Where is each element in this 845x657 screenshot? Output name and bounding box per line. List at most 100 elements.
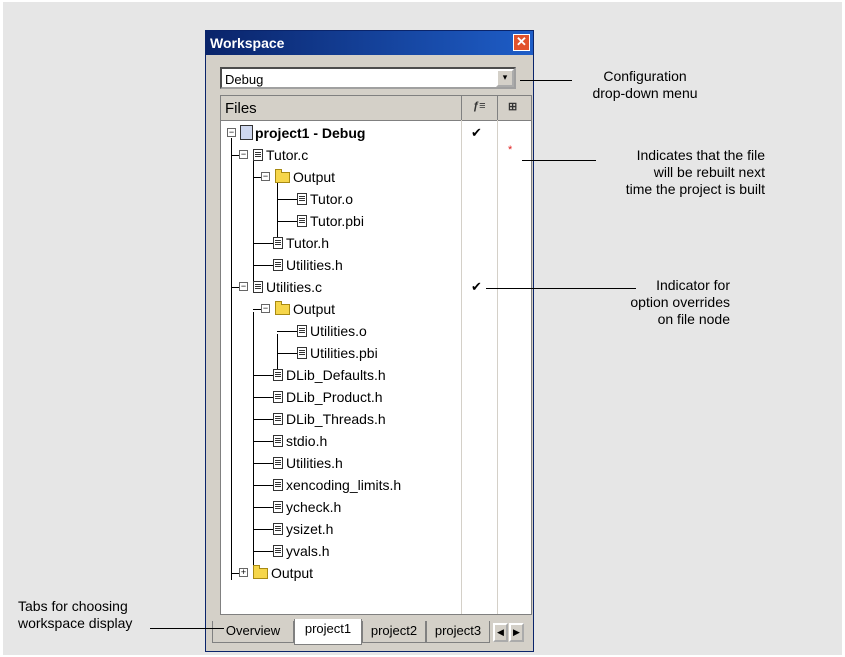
file-icon [273, 259, 283, 271]
file-icon [253, 149, 263, 161]
file-icon [273, 501, 283, 513]
file-node[interactable]: DLib_Defaults.h [221, 364, 533, 386]
rebuild-callout: Indicates that the file will be rebuilt … [560, 147, 765, 198]
file-node[interactable]: − Tutor.c * [221, 144, 533, 166]
config-callout: Configuration drop-down menu [570, 68, 720, 102]
rebuild-marker-icon: * [508, 144, 513, 156]
tree-line [253, 507, 273, 508]
node-label-stdio-h: stdio.h [286, 433, 328, 449]
file-icon [297, 193, 307, 205]
chevron-down-icon[interactable]: ▾ [496, 69, 514, 87]
callout-text: Configuration [603, 68, 687, 84]
configuration-value: Debug [225, 72, 264, 87]
file-icon [273, 237, 283, 249]
tree-line [277, 353, 297, 354]
tree-line [231, 155, 239, 156]
file-node[interactable]: DLib_Product.h [221, 386, 533, 408]
project-label: project1 - Debug [255, 125, 366, 141]
tab-project2[interactable]: project2 [362, 621, 426, 643]
tree-line [253, 397, 273, 398]
callout-text: Tabs for choosing [18, 598, 128, 614]
folder-icon [253, 565, 268, 579]
node-label-utilities-h: Utilities.h [286, 257, 343, 273]
file-icon [273, 391, 283, 403]
file-icon [273, 523, 283, 535]
file-node[interactable]: DLib_Threads.h [221, 408, 533, 430]
file-icon [273, 479, 283, 491]
file-tree[interactable]: Files ƒ≡ ⊞ − project1 - Debug ✔ − Tutor.… [220, 95, 532, 615]
rebuild-column-header[interactable]: ⊞ [497, 96, 534, 120]
node-label-yvals-h: yvals.h [286, 543, 330, 559]
folder-node[interactable]: − Output [221, 298, 533, 320]
callout-line [150, 628, 224, 629]
file-node[interactable]: stdio.h [221, 430, 533, 452]
collapse-icon[interactable]: − [227, 128, 236, 137]
file-node[interactable]: Utilities.h [221, 254, 533, 276]
overrides-column-header[interactable]: ƒ≡ [461, 96, 498, 120]
collapse-icon[interactable]: − [261, 172, 270, 181]
file-node[interactable]: Utilities.o [221, 320, 533, 342]
folder-node[interactable]: + Output [221, 562, 533, 584]
tab-project1[interactable]: project1 [294, 619, 362, 645]
tab-scroll-left-icon[interactable]: ◀ [493, 623, 508, 642]
tree-line [231, 573, 239, 574]
tabs-callout: Tabs for choosing workspace display [18, 598, 158, 632]
file-icon [273, 545, 283, 557]
node-label-utilities-o: Utilities.o [310, 323, 367, 339]
node-label-tutor-h: Tutor.h [286, 235, 330, 251]
folder-node[interactable]: − Output [221, 166, 533, 188]
tab-scroll-right-icon[interactable]: ▶ [509, 623, 524, 642]
project-node[interactable]: − project1 - Debug ✔ [221, 122, 533, 144]
collapse-icon[interactable]: − [239, 150, 248, 159]
tree-header: Files ƒ≡ ⊞ [221, 96, 531, 121]
node-label-dlib-product-h: DLib_Product.h [286, 389, 383, 405]
tree-line [253, 551, 273, 552]
workspace-tabs: Overview project1 project2 project3 ◀ ▶ [212, 619, 530, 647]
node-label-output: Output [293, 169, 336, 185]
file-node[interactable]: yvals.h [221, 540, 533, 562]
node-label-utilities-pbi: Utilities.pbi [310, 345, 378, 361]
file-node[interactable]: Tutor.o [221, 188, 533, 210]
file-icon [297, 215, 307, 227]
tree-line [277, 331, 297, 332]
file-node[interactable]: Utilities.h [221, 452, 533, 474]
callout-line [520, 80, 572, 81]
collapse-icon[interactable]: − [261, 304, 270, 313]
tree-line [277, 199, 297, 200]
figure: Workspace ✕ Debug ▾ Files ƒ≡ ⊞ − project… [0, 0, 845, 657]
project-icon [240, 125, 253, 140]
tree-line [253, 309, 261, 310]
close-button[interactable]: ✕ [513, 34, 530, 51]
file-node[interactable]: xencoding_limits.h [221, 474, 533, 496]
file-node[interactable]: ycheck.h [221, 496, 533, 518]
file-node[interactable]: Tutor.h [221, 232, 533, 254]
node-label-tutor-c: Tutor.c [266, 147, 309, 163]
callout-text: on file node [657, 311, 730, 327]
node-label-output: Output [293, 301, 336, 317]
callout-text: workspace display [18, 615, 133, 631]
file-icon [273, 369, 283, 381]
callout-text: will be rebuilt next [653, 164, 765, 180]
expand-icon[interactable]: + [239, 568, 248, 577]
file-node[interactable]: ysizet.h [221, 518, 533, 540]
window-titlebar: Workspace ✕ [206, 31, 533, 55]
file-node[interactable]: Utilities.pbi [221, 342, 533, 364]
node-label-utilities-c: Utilities.c [266, 279, 323, 295]
files-column-header[interactable]: Files [225, 100, 257, 117]
callout-text: drop-down menu [592, 85, 698, 101]
window-title: Workspace [210, 35, 285, 51]
override-checkmark-icon: ✔ [471, 279, 482, 294]
configuration-dropdown[interactable]: Debug ▾ [220, 67, 516, 89]
file-node[interactable]: − Utilities.c ✔ [221, 276, 533, 298]
collapse-icon[interactable]: − [239, 282, 248, 291]
tab-project3[interactable]: project3 [426, 621, 490, 643]
tree-line [231, 287, 239, 288]
rebuild-icon: ⊞ [508, 101, 518, 113]
file-node[interactable]: Tutor.pbi [221, 210, 533, 232]
tree-line [253, 529, 273, 530]
node-label-utilities-h: Utilities.h [286, 455, 343, 471]
tab-overview[interactable]: Overview [212, 621, 294, 643]
overrides-icon: ƒ≡ [473, 100, 486, 112]
node-label-dlib-defaults-h: DLib_Defaults.h [286, 367, 386, 383]
workspace-window: Workspace ✕ Debug ▾ Files ƒ≡ ⊞ − project… [205, 30, 534, 652]
